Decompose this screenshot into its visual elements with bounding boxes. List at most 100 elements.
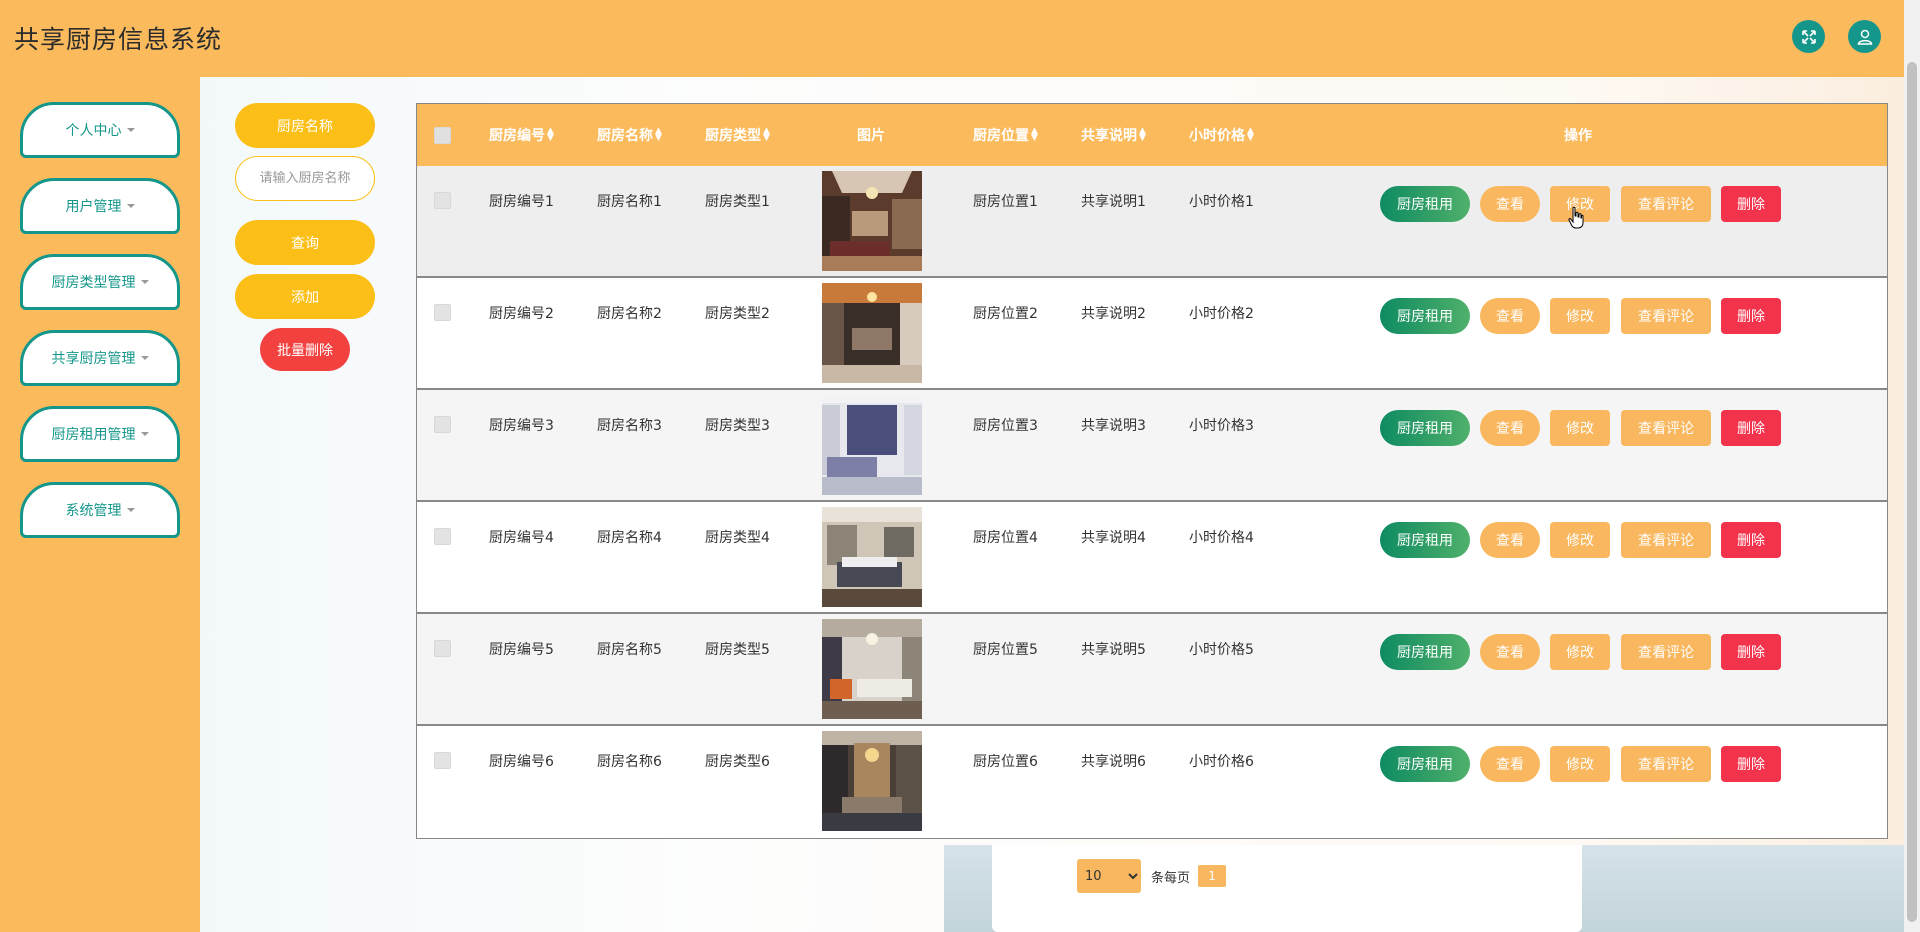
kitchen-id: 厨房编号6 <box>489 751 554 771</box>
sidebar-item-label: 个人中心 <box>66 120 122 140</box>
rent-button[interactable]: 厨房租用 <box>1380 410 1470 446</box>
row-checkbox[interactable] <box>434 192 451 209</box>
select-all-checkbox[interactable] <box>434 127 451 144</box>
table-row: 厨房编号5 厨房名称5 厨房类型5 厨房位置5 共享说明5 小时价格5 厨房租用… <box>417 614 1887 726</box>
view-reviews-button[interactable]: 查看评论 <box>1621 522 1711 558</box>
sidebar-item-label: 厨房类型管理 <box>52 272 136 292</box>
kitchen-type: 厨房类型2 <box>705 303 770 323</box>
scrollbar-thumb[interactable] <box>1907 62 1917 922</box>
user-icon <box>1856 28 1874 46</box>
delete-button[interactable]: 删除 <box>1721 746 1781 782</box>
share-note: 共享说明5 <box>1081 639 1146 659</box>
kitchen-name-search-input[interactable] <box>235 156 375 201</box>
view-reviews-button[interactable]: 查看评论 <box>1621 634 1711 670</box>
row-checkbox[interactable] <box>434 752 451 769</box>
column-header[interactable]: 小时价格▲▼ <box>1189 104 1254 166</box>
query-button[interactable]: 查询 <box>235 220 375 265</box>
user-button[interactable] <box>1848 20 1881 53</box>
table-row: 厨房编号3 厨房名称3 厨房类型3 厨房位置3 共享说明3 小时价格3 厨房租用… <box>417 390 1887 502</box>
kitchen-type: 厨房类型3 <box>705 415 770 435</box>
view-button[interactable]: 查看 <box>1480 186 1540 222</box>
kitchen-name: 厨房名称2 <box>597 303 662 323</box>
sidebar-item-label: 共享厨房管理 <box>52 348 136 368</box>
row-checkbox[interactable] <box>434 416 451 433</box>
view-button[interactable]: 查看 <box>1480 634 1540 670</box>
kitchen-name: 厨房名称3 <box>597 415 662 435</box>
sort-icon: ▲▼ <box>1139 128 1146 142</box>
sidebar-item-shared-kitchen-management[interactable]: 共享厨房管理 <box>20 330 180 386</box>
share-note: 共享说明3 <box>1081 415 1146 435</box>
row-checkbox[interactable] <box>434 528 451 545</box>
kitchen-id: 厨房编号4 <box>489 527 554 547</box>
caret-down-icon <box>141 280 149 284</box>
row-checkbox[interactable] <box>434 640 451 657</box>
sidebar-item-kitchen-rental-management[interactable]: 厨房租用管理 <box>20 406 180 462</box>
column-header[interactable]: 厨房名称▲▼ <box>597 104 662 166</box>
sidebar-item-personal-center[interactable]: 个人中心 <box>20 102 180 158</box>
column-header[interactable]: 厨房类型▲▼ <box>705 104 770 166</box>
rent-button[interactable]: 厨房租用 <box>1380 522 1470 558</box>
view-button[interactable]: 查看 <box>1480 522 1540 558</box>
edit-button[interactable]: 修改 <box>1550 634 1610 670</box>
view-reviews-button[interactable]: 查看评论 <box>1621 410 1711 446</box>
column-header[interactable]: 厨房位置▲▼ <box>973 104 1038 166</box>
kitchen-name: 厨房名称6 <box>597 751 662 771</box>
delete-button[interactable]: 删除 <box>1721 522 1781 558</box>
kitchen-type: 厨房类型5 <box>705 639 770 659</box>
delete-button[interactable]: 删除 <box>1721 410 1781 446</box>
sidebar-item-kitchen-type-management[interactable]: 厨房类型管理 <box>20 254 180 310</box>
edit-button[interactable]: 修改 <box>1550 522 1610 558</box>
add-button[interactable]: 添加 <box>235 274 375 319</box>
view-reviews-button[interactable]: 查看评论 <box>1621 186 1711 222</box>
share-note: 共享说明6 <box>1081 751 1146 771</box>
caret-down-icon <box>141 432 149 436</box>
kitchen-id: 厨房编号2 <box>489 303 554 323</box>
kitchen-image <box>822 171 922 271</box>
row-checkbox[interactable] <box>434 304 451 321</box>
app-title: 共享厨房信息系统 <box>14 20 222 56</box>
view-button[interactable]: 查看 <box>1480 410 1540 446</box>
column-header[interactable]: 共享说明▲▼ <box>1081 104 1146 166</box>
delete-button[interactable]: 删除 <box>1721 186 1781 222</box>
view-button[interactable]: 查看 <box>1480 746 1540 782</box>
rent-button[interactable]: 厨房租用 <box>1380 186 1470 222</box>
table-row: 厨房编号2 厨房名称2 厨房类型2 厨房位置2 共享说明2 小时价格2 厨房租用… <box>417 278 1887 390</box>
view-button[interactable]: 查看 <box>1480 298 1540 334</box>
batch-delete-button[interactable]: 批量删除 <box>260 328 350 371</box>
column-header[interactable]: 厨房编号▲▼ <box>489 104 554 166</box>
caret-down-icon <box>127 204 135 208</box>
rent-button[interactable]: 厨房租用 <box>1380 746 1470 782</box>
caret-down-icon <box>141 356 149 360</box>
page-size-select[interactable]: 10 <box>1077 859 1141 893</box>
view-reviews-button[interactable]: 查看评论 <box>1621 746 1711 782</box>
kitchen-name: 厨房名称1 <box>597 191 662 211</box>
kitchen-id: 厨房编号1 <box>489 191 554 211</box>
edit-button[interactable]: 修改 <box>1550 410 1610 446</box>
kitchen-location: 厨房位置2 <box>973 303 1038 323</box>
rent-button[interactable]: 厨房租用 <box>1380 634 1470 670</box>
sidebar-item-system-management[interactable]: 系统管理 <box>20 482 180 538</box>
page-size-label: 条每页 <box>1151 867 1190 886</box>
kitchen-location: 厨房位置1 <box>973 191 1038 211</box>
hourly-price: 小时价格3 <box>1189 415 1254 435</box>
share-note: 共享说明2 <box>1081 303 1146 323</box>
fullscreen-button[interactable] <box>1792 20 1825 53</box>
share-note: 共享说明4 <box>1081 527 1146 547</box>
kitchen-type: 厨房类型4 <box>705 527 770 547</box>
vertical-scrollbar[interactable] <box>1904 0 1920 932</box>
kitchen-type: 厨房类型6 <box>705 751 770 771</box>
hourly-price: 小时价格5 <box>1189 639 1254 659</box>
page-number-button[interactable]: 1 <box>1198 865 1226 887</box>
sidebar: 个人中心 用户管理 厨房类型管理 共享厨房管理 厨房租用管理 系统管理 <box>0 77 200 932</box>
column-header: 操作 <box>1564 104 1592 166</box>
rent-button[interactable]: 厨房租用 <box>1380 298 1470 334</box>
delete-button[interactable]: 删除 <box>1721 634 1781 670</box>
caret-down-icon <box>127 128 135 132</box>
kitchen-location: 厨房位置6 <box>973 751 1038 771</box>
view-reviews-button[interactable]: 查看评论 <box>1621 298 1711 334</box>
edit-button[interactable]: 修改 <box>1550 298 1610 334</box>
edit-button[interactable]: 修改 <box>1550 746 1610 782</box>
delete-button[interactable]: 删除 <box>1721 298 1781 334</box>
table-row: 厨房编号1 厨房名称1 厨房类型1 厨房位置1 共享说明1 小时价格1 厨房租用… <box>417 166 1887 278</box>
sidebar-item-user-management[interactable]: 用户管理 <box>20 178 180 234</box>
